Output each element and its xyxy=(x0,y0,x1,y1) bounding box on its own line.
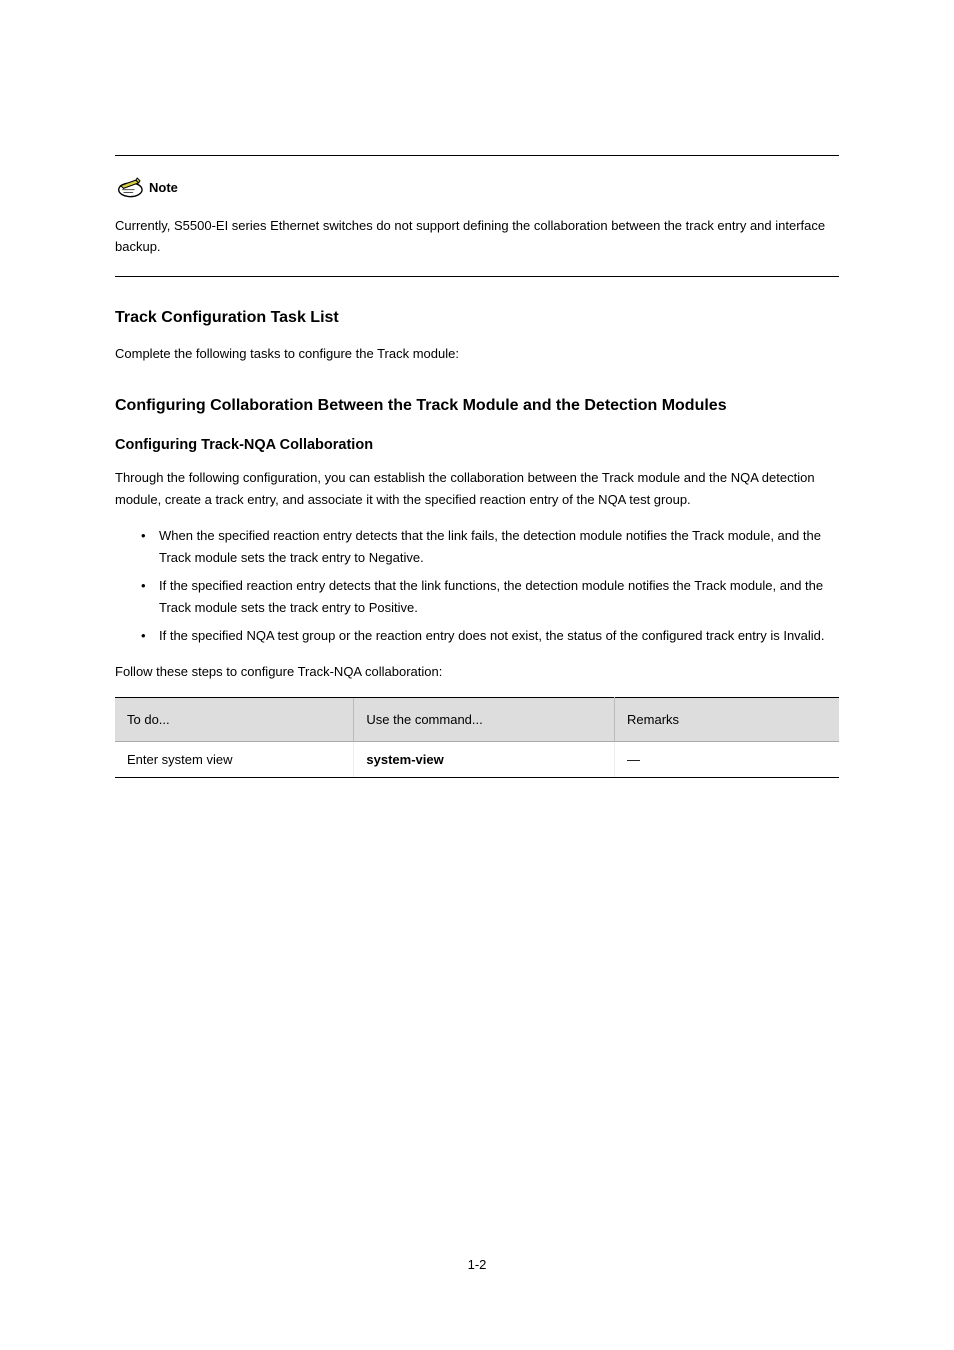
bullet-list-nqa: When the specified reaction entry detect… xyxy=(115,525,839,647)
note-text: Currently, S5500-EI series Ethernet swit… xyxy=(115,216,839,258)
table-row: Enter system view system-view — xyxy=(115,742,839,778)
page-number: 1-2 xyxy=(0,1257,954,1272)
note-header: Note xyxy=(115,176,839,198)
paragraph-nqa-intro: Through the following configuration, you… xyxy=(115,467,839,511)
top-rule xyxy=(115,155,839,156)
list-item: If the specified reaction entry detects … xyxy=(141,575,839,619)
paragraph-task-intro: Complete the following tasks to configur… xyxy=(115,343,839,365)
note-icon xyxy=(115,176,143,198)
table-header-todo: To do... xyxy=(115,698,354,742)
list-item: If the specified NQA test group or the r… xyxy=(141,625,839,647)
command-table: To do... Use the command... Remarks Ente… xyxy=(115,697,839,778)
paragraph-follow-steps: Follow these steps to configure Track-NQ… xyxy=(115,661,839,683)
section-heading-collab-detection: Configuring Collaboration Between the Tr… xyxy=(115,397,839,415)
table-cell-todo: Enter system view xyxy=(115,742,354,778)
subsection-heading-track-nqa: Configuring Track-NQA Collaboration xyxy=(115,437,839,453)
table-cell-remarks: — xyxy=(615,742,839,778)
section-heading-task-list: Track Configuration Task List xyxy=(115,309,839,327)
note-label: Note xyxy=(149,180,178,195)
table-header-remarks: Remarks xyxy=(615,698,839,742)
table-cell-command: system-view xyxy=(354,742,615,778)
list-item: When the specified reaction entry detect… xyxy=(141,525,839,569)
table-header-command: Use the command... xyxy=(354,698,615,742)
note-block: Note Currently, S5500-EI series Ethernet… xyxy=(115,176,839,258)
note-bottom-rule xyxy=(115,276,839,277)
table-header-row: To do... Use the command... Remarks xyxy=(115,698,839,742)
